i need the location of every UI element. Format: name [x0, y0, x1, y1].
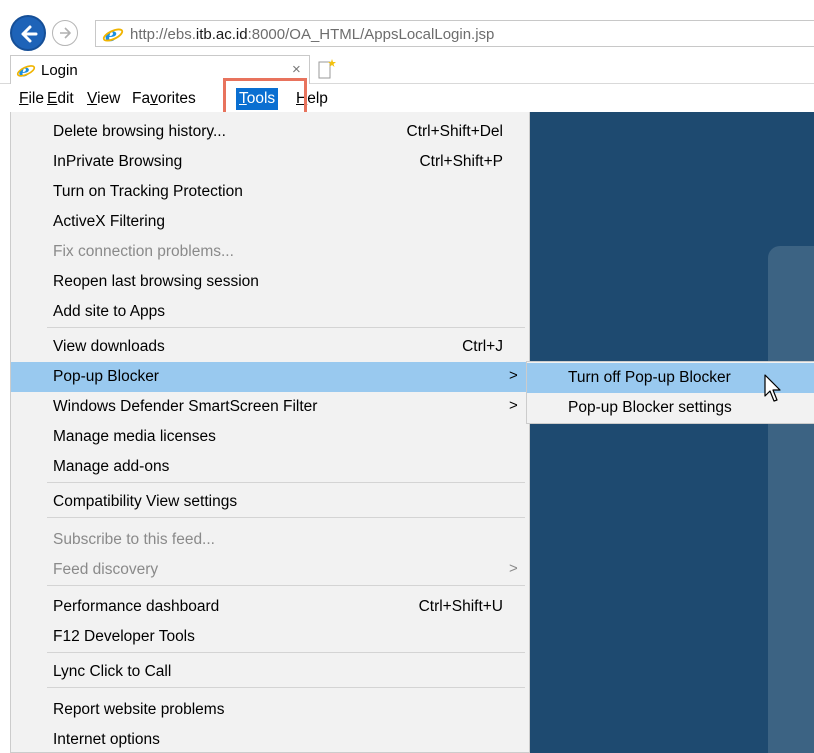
menu-item-lync-click-to-call[interactable]: Lync Click to Call: [11, 657, 529, 687]
menu-item-report-website-problems[interactable]: Report website problems: [11, 695, 529, 725]
menu-item-view-downloads[interactable]: View downloads Ctrl+J: [11, 332, 529, 362]
chevron-right-icon: >: [509, 560, 518, 577]
ie-icon: e: [16, 61, 36, 79]
menu-bar: File Edit View Favorites Tools Help: [0, 85, 814, 112]
menu-item-delete-browsing-history[interactable]: Delete browsing history... Ctrl+Shift+Del: [11, 117, 529, 147]
menu-file[interactable]: File: [16, 85, 47, 112]
menu-item-performance-dashboard[interactable]: Performance dashboard Ctrl+Shift+U: [11, 592, 529, 622]
login-panel: [768, 246, 814, 753]
tools-menu: Delete browsing history... Ctrl+Shift+Del…: [10, 112, 530, 753]
menu-item-compatibility-view[interactable]: Compatibility View settings: [11, 487, 529, 517]
menu-item-inprivate-browsing[interactable]: InPrivate Browsing Ctrl+Shift+P: [11, 147, 529, 177]
menu-item-reopen-session[interactable]: Reopen last browsing session: [11, 267, 529, 297]
menu-item-activex-filtering[interactable]: ActiveX Filtering: [11, 207, 529, 237]
menu-item-smartscreen-filter[interactable]: Windows Defender SmartScreen Filter >: [11, 392, 529, 422]
forward-icon: [60, 27, 71, 39]
forward-button[interactable]: [52, 20, 78, 46]
menu-item-subscribe-feed: Subscribe to this feed...: [53, 531, 215, 548]
new-tab-icon[interactable]: [317, 58, 337, 80]
menu-separator: [47, 652, 525, 653]
address-bar-row: e http://ebs.itb.ac.id:8000/OA_HTML/Apps…: [0, 0, 814, 55]
menu-separator: [47, 687, 525, 688]
menu-edit[interactable]: Edit: [44, 85, 77, 112]
back-icon: [21, 25, 38, 43]
menu-separator: [47, 585, 525, 586]
menu-item-internet-options[interactable]: Internet options: [11, 725, 529, 753]
menu-item-fix-connection: Fix connection problems...: [53, 243, 234, 260]
tab-login[interactable]: e Login ×: [10, 55, 310, 84]
menu-item-add-site-to-apps[interactable]: Add site to Apps: [11, 297, 529, 327]
mouse-cursor-icon: [764, 374, 781, 402]
address-input[interactable]: e http://ebs.itb.ac.id:8000/OA_HTML/Apps…: [95, 20, 814, 47]
url-text: http://ebs.itb.ac.id:8000/OA_HTML/AppsLo…: [130, 26, 495, 43]
ie-icon: e: [102, 24, 124, 44]
menu-view[interactable]: View: [84, 85, 123, 112]
menu-item-popup-blocker[interactable]: Pop-up Blocker >: [11, 362, 529, 392]
chevron-right-icon: >: [509, 367, 518, 384]
tab-bar: e Login ×: [0, 55, 814, 84]
chevron-right-icon: >: [509, 397, 518, 414]
menu-item-tracking-protection[interactable]: Turn on Tracking Protection: [11, 177, 529, 207]
menu-help[interactable]: Help: [293, 85, 331, 112]
menu-separator: [47, 482, 525, 483]
back-button[interactable]: [10, 15, 46, 51]
menu-item-manage-addons[interactable]: Manage add-ons: [11, 452, 529, 482]
menu-favorites[interactable]: Favorites: [129, 85, 199, 112]
menu-separator: [47, 327, 525, 328]
menu-item-f12-developer-tools[interactable]: F12 Developer Tools: [11, 622, 529, 652]
tab-title: Login: [41, 62, 78, 79]
menu-separator: [47, 517, 525, 518]
menu-tools[interactable]: Tools: [236, 88, 279, 110]
close-tab-icon[interactable]: ×: [292, 61, 301, 78]
menu-item-feed-discovery: Feed discovery >: [53, 560, 518, 578]
menu-item-media-licenses[interactable]: Manage media licenses: [11, 422, 529, 452]
